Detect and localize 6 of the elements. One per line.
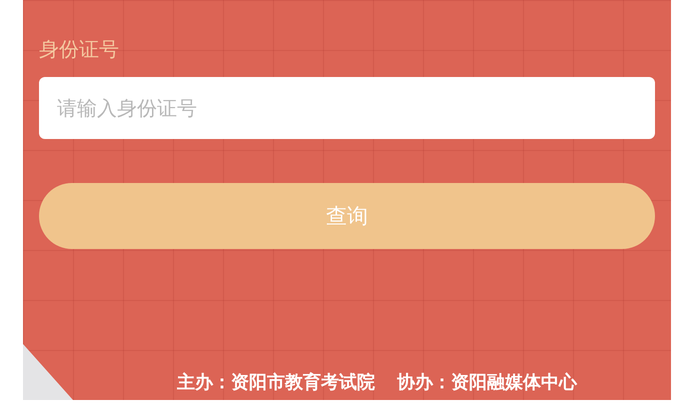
id-number-field[interactable]: 请输入身份证号 [39, 77, 655, 139]
page-curl-drawing [23, 344, 73, 400]
query-button[interactable]: 查询 [39, 183, 655, 249]
footer-text: 主办：资阳市教育考试院 [177, 371, 375, 394]
field-label: 身份证号 [39, 36, 120, 63]
footer-text: 协办：资阳融媒体中心 [397, 371, 577, 394]
